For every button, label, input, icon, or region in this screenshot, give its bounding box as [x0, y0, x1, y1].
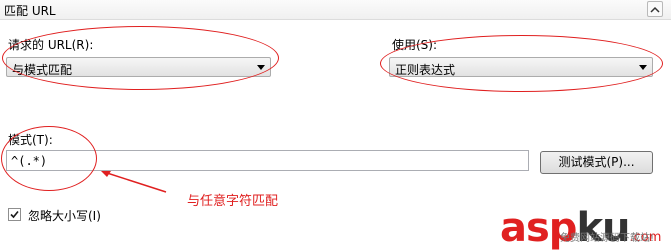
- watermark-logo: aspku.com 免费网站源码下载站!: [500, 205, 661, 251]
- watermark-asp: asp: [500, 205, 577, 251]
- annotation-text: 与任意字符匹配: [187, 194, 279, 209]
- watermark-ku: ku: [576, 205, 630, 251]
- watermark-subtitle: 免费网站源码下载站!: [560, 233, 655, 244]
